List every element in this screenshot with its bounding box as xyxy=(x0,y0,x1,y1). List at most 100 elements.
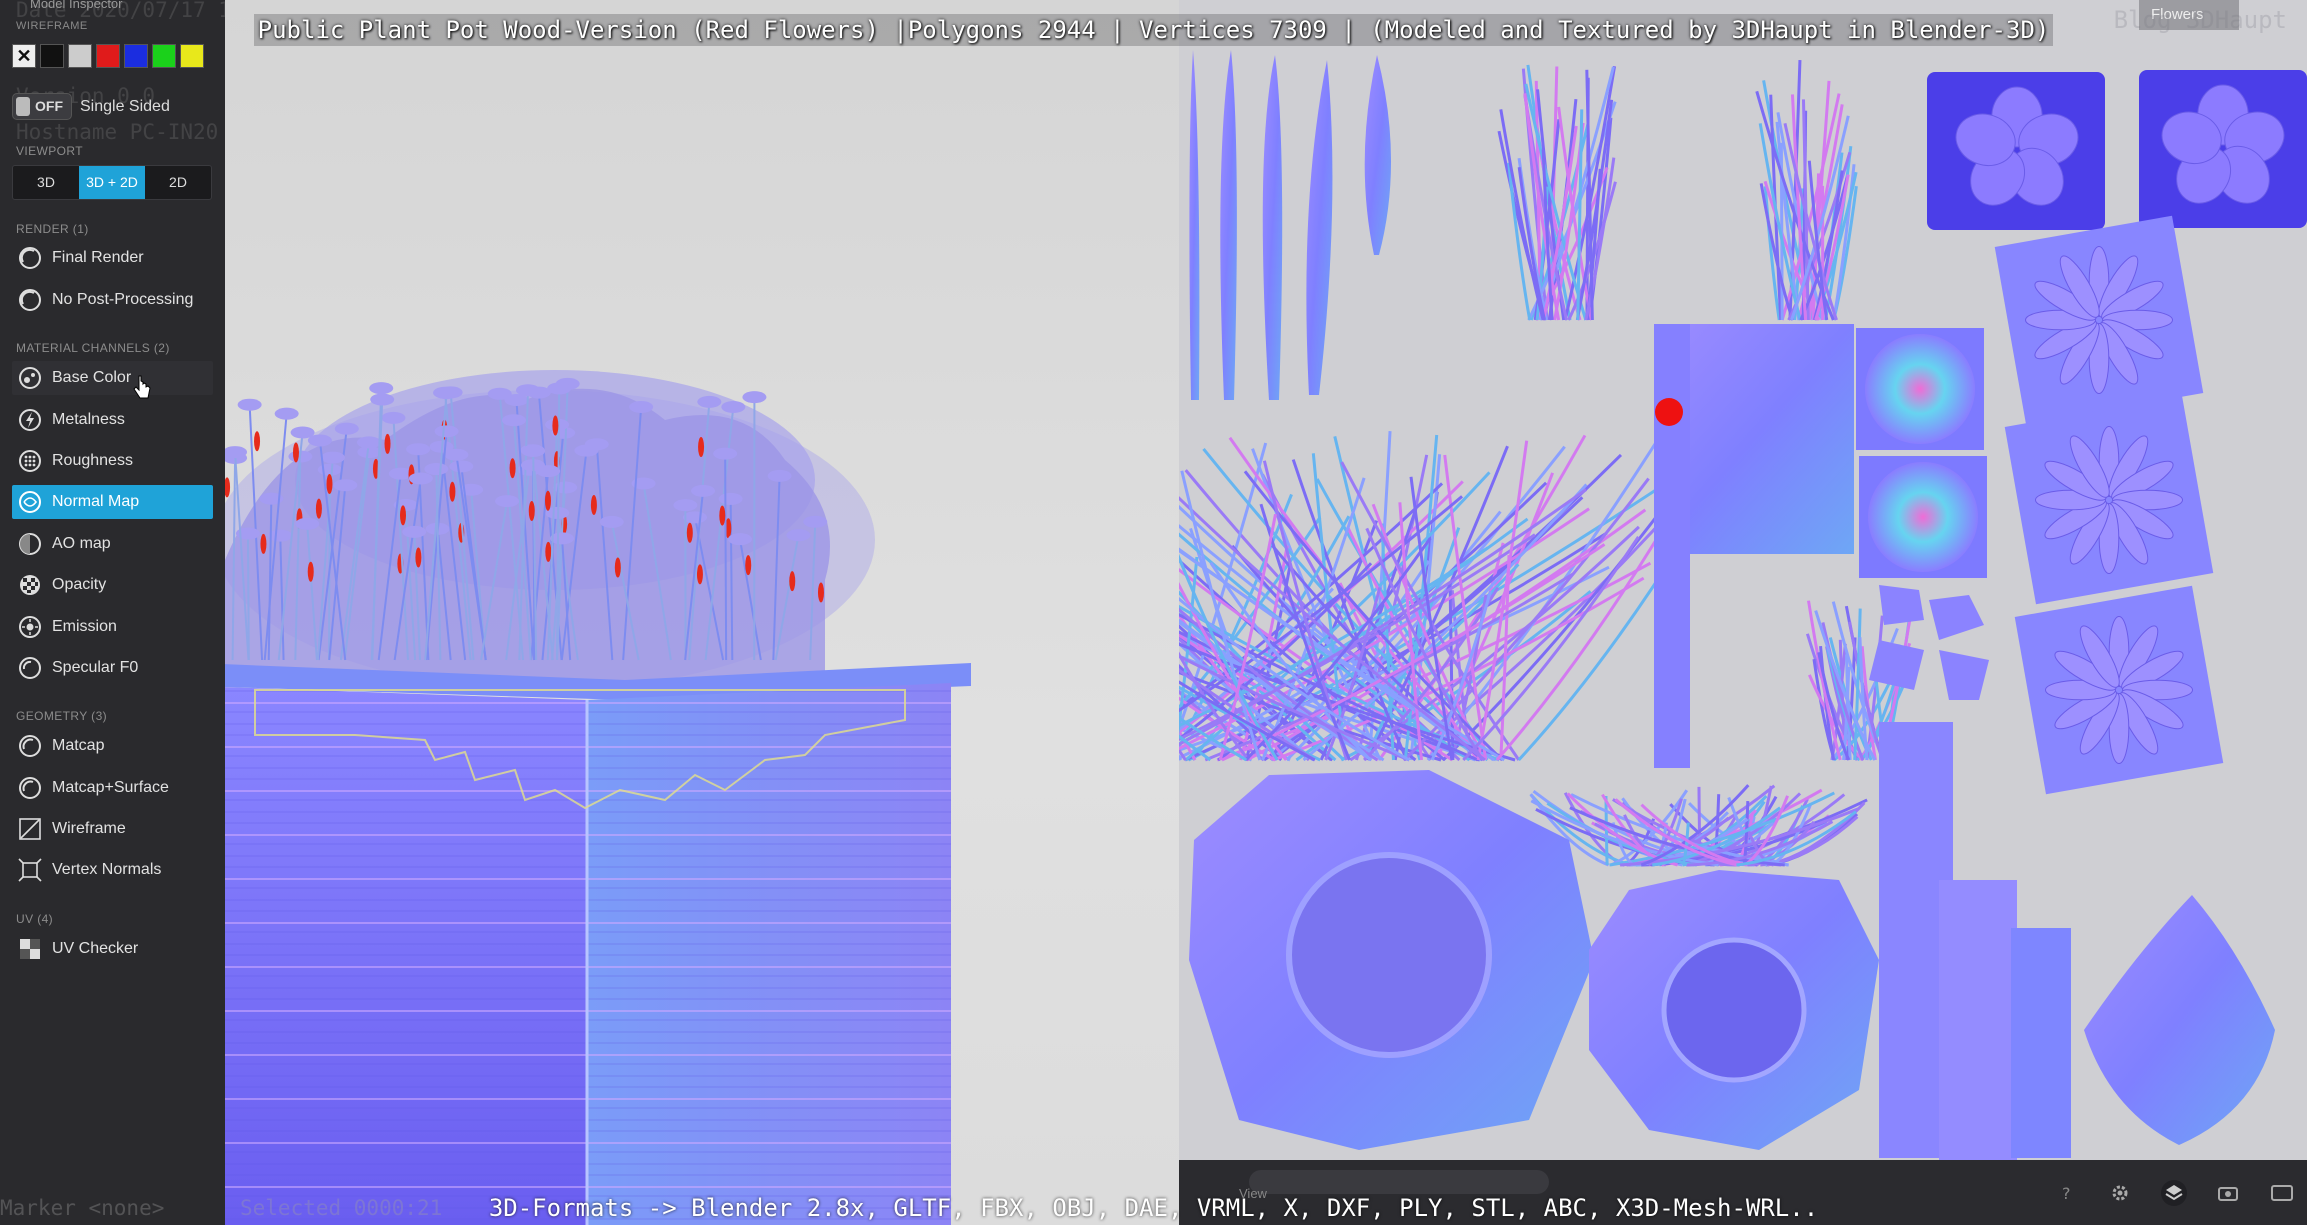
menu-item-roughness[interactable]: Roughness xyxy=(12,444,213,478)
menu-item-opacity[interactable]: Opacity xyxy=(12,568,213,602)
title-caption-text: Public Plant Pot Wood-Version (Red Flowe… xyxy=(253,14,2054,46)
flower-head xyxy=(574,444,599,457)
model-inspector-sidebar: Date 2020/07/17 19:10:13 Model Inspector… xyxy=(0,0,225,1225)
red-bud xyxy=(745,555,752,576)
flower-head xyxy=(424,463,449,476)
flower-head xyxy=(718,492,743,505)
uv-section-label: UV (4) xyxy=(16,912,54,926)
render-icon xyxy=(19,289,41,311)
viewport-3d[interactable] xyxy=(225,0,1179,1225)
plant-pot-render xyxy=(225,370,971,1225)
menu-item-matcap-surface[interactable]: Matcap+Surface xyxy=(12,771,213,805)
flower-head xyxy=(697,395,722,408)
swatch-black-button[interactable] xyxy=(40,44,64,68)
base-color-icon xyxy=(19,367,41,389)
red-bud xyxy=(292,442,299,463)
matcap-icon xyxy=(19,735,41,757)
flower-head xyxy=(553,481,578,494)
flower-head xyxy=(721,400,746,413)
red-bud xyxy=(254,431,261,452)
red-bud xyxy=(719,505,726,526)
menu-item-wireframe[interactable]: Wireframe xyxy=(12,812,213,846)
flower-head xyxy=(402,525,427,538)
red-bud xyxy=(509,458,516,479)
single-sided-toggle[interactable]: OFF xyxy=(12,93,72,120)
menu-item-label: Vertex Normals xyxy=(52,861,162,878)
flower-head xyxy=(320,451,345,464)
red-bud xyxy=(415,547,422,568)
menu-item-matcap[interactable]: Matcap xyxy=(12,729,213,763)
flower-head xyxy=(317,463,342,476)
ao-map-icon xyxy=(19,533,41,555)
menu-item-vertex-normals[interactable]: Vertex Normals xyxy=(12,853,213,887)
menu-item-label: Metalness xyxy=(52,411,125,428)
menu-item-emission[interactable]: Emission xyxy=(12,610,213,644)
plank-island-2 xyxy=(1939,880,2017,1160)
red-bud xyxy=(686,522,693,543)
flower-head xyxy=(333,479,358,492)
swatch-grey-button[interactable] xyxy=(68,44,92,68)
swatch-blue-button[interactable] xyxy=(124,44,148,68)
flower-head xyxy=(786,529,811,542)
viewport-mode-selector: 3D 3D + 2D 2D xyxy=(12,165,212,200)
swatch-none-button[interactable]: ✕ xyxy=(12,44,36,68)
menu-item-ao-map[interactable]: AO map xyxy=(12,527,213,561)
flower-head xyxy=(673,499,698,512)
flower-head xyxy=(803,515,828,528)
flower-head xyxy=(356,436,381,449)
flower-head xyxy=(268,529,293,542)
red-bud xyxy=(449,481,456,502)
flower-head xyxy=(274,407,299,420)
plank-island-3 xyxy=(2011,928,2071,1158)
red-bud xyxy=(384,433,391,454)
toggle-knob xyxy=(16,97,30,116)
flower-head xyxy=(629,400,654,413)
single-sided-row: OFF Single Sided xyxy=(12,93,170,120)
menu-item-no-post-processing[interactable]: No Post-Processing xyxy=(12,283,213,317)
menu-item-label: Matcap+Surface xyxy=(52,779,169,796)
swatch-green-button[interactable] xyxy=(152,44,176,68)
flower-head xyxy=(501,414,526,427)
menu-item-specular-f0[interactable]: Specular F0 xyxy=(12,651,213,685)
flower-head xyxy=(406,443,431,456)
red-bud xyxy=(698,437,705,458)
view-slider[interactable] xyxy=(1249,1170,1549,1194)
menu-item-label: AO map xyxy=(52,535,111,552)
swatch-red-button[interactable] xyxy=(96,44,120,68)
roughness-icon xyxy=(19,450,41,472)
metalness-icon xyxy=(19,409,41,431)
menu-item-label: Matcap xyxy=(52,737,105,754)
flower-head xyxy=(334,422,359,435)
viewport-3d-button[interactable]: 3D xyxy=(13,166,79,199)
red-bud xyxy=(528,500,535,521)
flower-head xyxy=(691,484,716,497)
menu-item-base-color[interactable]: Base Color xyxy=(12,361,213,395)
single-sided-label: Single Sided xyxy=(80,97,170,115)
flower-head xyxy=(237,398,262,411)
texture-2d-panel[interactable]: Flowers Blog 3DHaupt xyxy=(1179,0,2307,1160)
menu-item-metalness[interactable]: Metalness xyxy=(12,403,213,437)
matcap-surface-icon xyxy=(19,777,41,799)
swatch-yellow-button[interactable] xyxy=(180,44,204,68)
menu-item-uv-checker[interactable]: UV Checker xyxy=(12,932,213,966)
grass-blade xyxy=(1462,535,1640,762)
red-bud xyxy=(399,505,406,526)
geometry-section-label: GEOMETRY (3) xyxy=(16,709,108,723)
normal-map-icon xyxy=(19,491,41,513)
viewport-section-label: VIEWPORT xyxy=(16,144,83,158)
viewport-3d-2d-button[interactable]: 3D + 2D xyxy=(79,166,145,199)
menu-item-label: UV Checker xyxy=(52,940,139,957)
red-marker xyxy=(1655,398,1683,426)
menu-item-label: Specular F0 xyxy=(52,659,139,676)
viewport-2d-button[interactable]: 2D xyxy=(145,166,211,199)
menu-item-normal-map[interactable]: Normal Map xyxy=(12,485,213,519)
toggle-state: OFF xyxy=(35,98,63,114)
material-section-label: MATERIAL CHANNELS (2) xyxy=(16,341,170,355)
flower-head xyxy=(495,495,520,508)
menu-item-final-render[interactable]: Final Render xyxy=(12,241,213,275)
menu-item-label: Opacity xyxy=(52,576,107,593)
red-bud xyxy=(225,477,231,498)
flower-head xyxy=(408,472,433,485)
red-bud xyxy=(544,490,551,511)
flower-head xyxy=(295,517,320,530)
